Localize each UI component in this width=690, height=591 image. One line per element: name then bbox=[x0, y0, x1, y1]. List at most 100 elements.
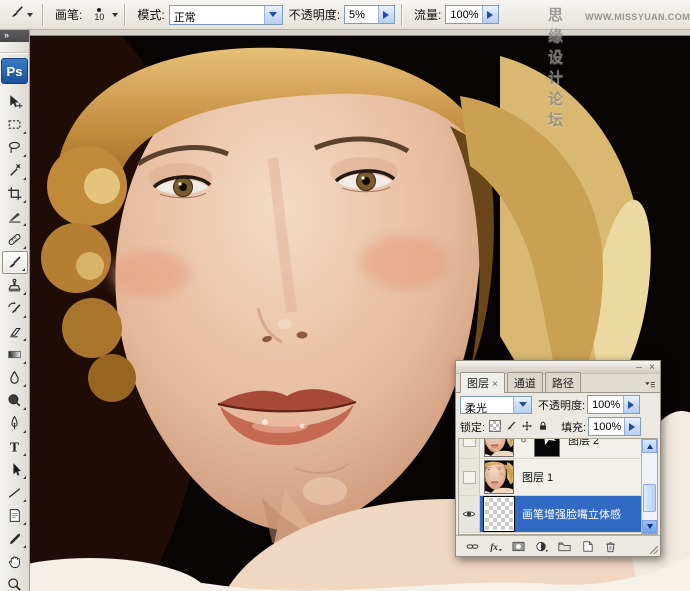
lasso-tool[interactable] bbox=[2, 136, 28, 159]
close-tab-icon[interactable]: × bbox=[492, 379, 498, 390]
flow-field[interactable]: 100% bbox=[445, 5, 498, 24]
eraser-tool[interactable] bbox=[2, 320, 28, 343]
resize-grip[interactable] bbox=[647, 543, 659, 555]
scroll-down-icon[interactable] bbox=[642, 520, 657, 534]
eyedropper-tool[interactable] bbox=[2, 527, 28, 550]
collapse-panel-button[interactable]: » bbox=[0, 30, 29, 42]
layer-mask-thumbnail[interactable] bbox=[534, 439, 560, 457]
layer-fill-field[interactable]: 100% bbox=[588, 417, 641, 436]
blur-tool-icon bbox=[6, 369, 23, 386]
line-tool[interactable] bbox=[2, 481, 28, 504]
magic-wand-tool[interactable] bbox=[2, 159, 28, 182]
new-group-icon[interactable] bbox=[556, 538, 573, 554]
minimize-button[interactable]: – bbox=[634, 363, 644, 372]
panel-menu-icon[interactable] bbox=[643, 378, 657, 390]
crop-tool[interactable] bbox=[2, 182, 28, 205]
healing-brush-tool[interactable] bbox=[2, 228, 28, 251]
chevron-down-icon bbox=[27, 13, 33, 20]
hand-tool[interactable] bbox=[2, 550, 28, 573]
lock-position-icon[interactable] bbox=[520, 419, 534, 433]
current-tool-button[interactable] bbox=[6, 4, 36, 26]
flow-label: 流量: bbox=[414, 6, 441, 23]
tab-layers[interactable]: 图层× bbox=[460, 372, 505, 393]
scroll-thumb[interactable] bbox=[643, 484, 656, 512]
arrow-right-icon[interactable] bbox=[623, 396, 639, 413]
opacity-value: 5% bbox=[345, 6, 378, 23]
divider bbox=[401, 4, 402, 26]
lock-label: 锁定: bbox=[460, 419, 485, 435]
mask-link-icon[interactable] bbox=[518, 439, 529, 447]
layer-row[interactable]: 图层 2 bbox=[459, 439, 642, 459]
link-layers-icon[interactable] bbox=[464, 538, 481, 554]
scroll-track[interactable] bbox=[642, 453, 657, 520]
arrow-right-icon[interactable] bbox=[378, 6, 394, 23]
lock-options-row: 锁定: 填充: 100% bbox=[456, 415, 660, 437]
scrollbar[interactable] bbox=[641, 439, 657, 534]
marquee-tool-icon bbox=[6, 116, 23, 133]
move-tool[interactable] bbox=[2, 90, 28, 113]
dodge-tool[interactable] bbox=[2, 389, 28, 412]
layer-name: 图层 2 bbox=[568, 439, 599, 448]
chevron-down-icon[interactable] bbox=[112, 13, 118, 20]
delete-layer-icon[interactable] bbox=[602, 538, 619, 554]
add-mask-icon[interactable] bbox=[510, 538, 527, 554]
magic-wand-tool-icon bbox=[6, 162, 23, 179]
visibility-toggle[interactable] bbox=[459, 459, 480, 495]
layer-thumbnail[interactable] bbox=[484, 497, 514, 531]
history-brush-tool[interactable] bbox=[2, 297, 28, 320]
mode-label: 模式: bbox=[137, 6, 164, 23]
layer-blend-mode-select[interactable]: 柔光 bbox=[460, 396, 532, 414]
clone-stamp-tool[interactable] bbox=[2, 274, 28, 297]
brush-tool-icon bbox=[6, 254, 23, 271]
clone-stamp-tool-icon bbox=[6, 277, 23, 294]
zoom-tool[interactable] bbox=[2, 573, 28, 591]
layer-row[interactable]: 图层 1 bbox=[459, 459, 642, 496]
brush-preset-picker[interactable]: 10 bbox=[86, 3, 112, 27]
layer-style-icon[interactable]: fx bbox=[487, 538, 504, 554]
adjustment-layer-icon[interactable] bbox=[533, 538, 550, 554]
new-layer-icon[interactable] bbox=[579, 538, 596, 554]
layer-name: 图层 1 bbox=[522, 469, 553, 485]
layer-thumbnail[interactable] bbox=[484, 439, 514, 457]
lock-transparency-icon[interactable] bbox=[488, 419, 502, 433]
chevron-down-icon[interactable] bbox=[264, 6, 282, 24]
layer-list: 图层 2 图层 1 画笔增强脸嘴立体感 bbox=[458, 438, 658, 535]
photoshop-window: 画笔: 10 模式: 正常 不透明度: 5% 流量: 100% 思缘设计论坛 W… bbox=[0, 0, 690, 591]
layer-row[interactable]: 画笔增强脸嘴立体感 bbox=[459, 496, 642, 533]
divider bbox=[42, 4, 43, 26]
path-selection-tool[interactable] bbox=[2, 458, 28, 481]
visibility-eye-icon[interactable] bbox=[459, 496, 480, 532]
pen-tool[interactable] bbox=[2, 412, 28, 435]
visibility-toggle[interactable] bbox=[459, 439, 480, 458]
layer-name: 画笔增强脸嘴立体感 bbox=[522, 506, 621, 522]
eraser-tool-icon bbox=[6, 323, 23, 340]
hand-tool-icon bbox=[6, 553, 23, 570]
chevron-down-icon[interactable] bbox=[513, 397, 531, 413]
arrow-right-icon[interactable] bbox=[482, 6, 498, 23]
scroll-up-icon[interactable] bbox=[642, 439, 657, 453]
gradient-tool[interactable] bbox=[2, 343, 28, 366]
brush-tool[interactable] bbox=[2, 251, 28, 274]
slice-tool-icon bbox=[6, 208, 23, 225]
notes-tool[interactable] bbox=[2, 504, 28, 527]
layer-thumbnail[interactable] bbox=[484, 460, 514, 494]
photoshop-logo: Ps bbox=[1, 58, 28, 84]
blend-mode-select[interactable]: 正常 bbox=[169, 5, 283, 25]
lock-paint-icon[interactable] bbox=[504, 419, 518, 433]
type-tool[interactable]: T bbox=[2, 435, 28, 458]
blur-tool[interactable] bbox=[2, 366, 28, 389]
arrow-right-icon[interactable] bbox=[624, 418, 640, 435]
history-brush-tool-icon bbox=[6, 300, 23, 317]
layers-panel: – × 图层× 通道 路径 柔光 不透明度: 100% 锁定: 填充: bbox=[455, 360, 661, 557]
layer-opacity-field[interactable]: 100% bbox=[587, 395, 640, 414]
opacity-field[interactable]: 5% bbox=[344, 5, 395, 24]
layer-opacity-label: 不透明度: bbox=[538, 397, 585, 413]
lock-all-icon[interactable] bbox=[536, 419, 550, 433]
tab-paths[interactable]: 路径 bbox=[545, 372, 581, 392]
options-bar: 画笔: 10 模式: 正常 不透明度: 5% 流量: 100% bbox=[0, 0, 690, 30]
tab-channels[interactable]: 通道 bbox=[507, 372, 543, 392]
close-button[interactable]: × bbox=[647, 363, 657, 372]
marquee-tool[interactable] bbox=[2, 113, 28, 136]
slice-tool[interactable] bbox=[2, 205, 28, 228]
move-tool-icon bbox=[6, 93, 23, 110]
